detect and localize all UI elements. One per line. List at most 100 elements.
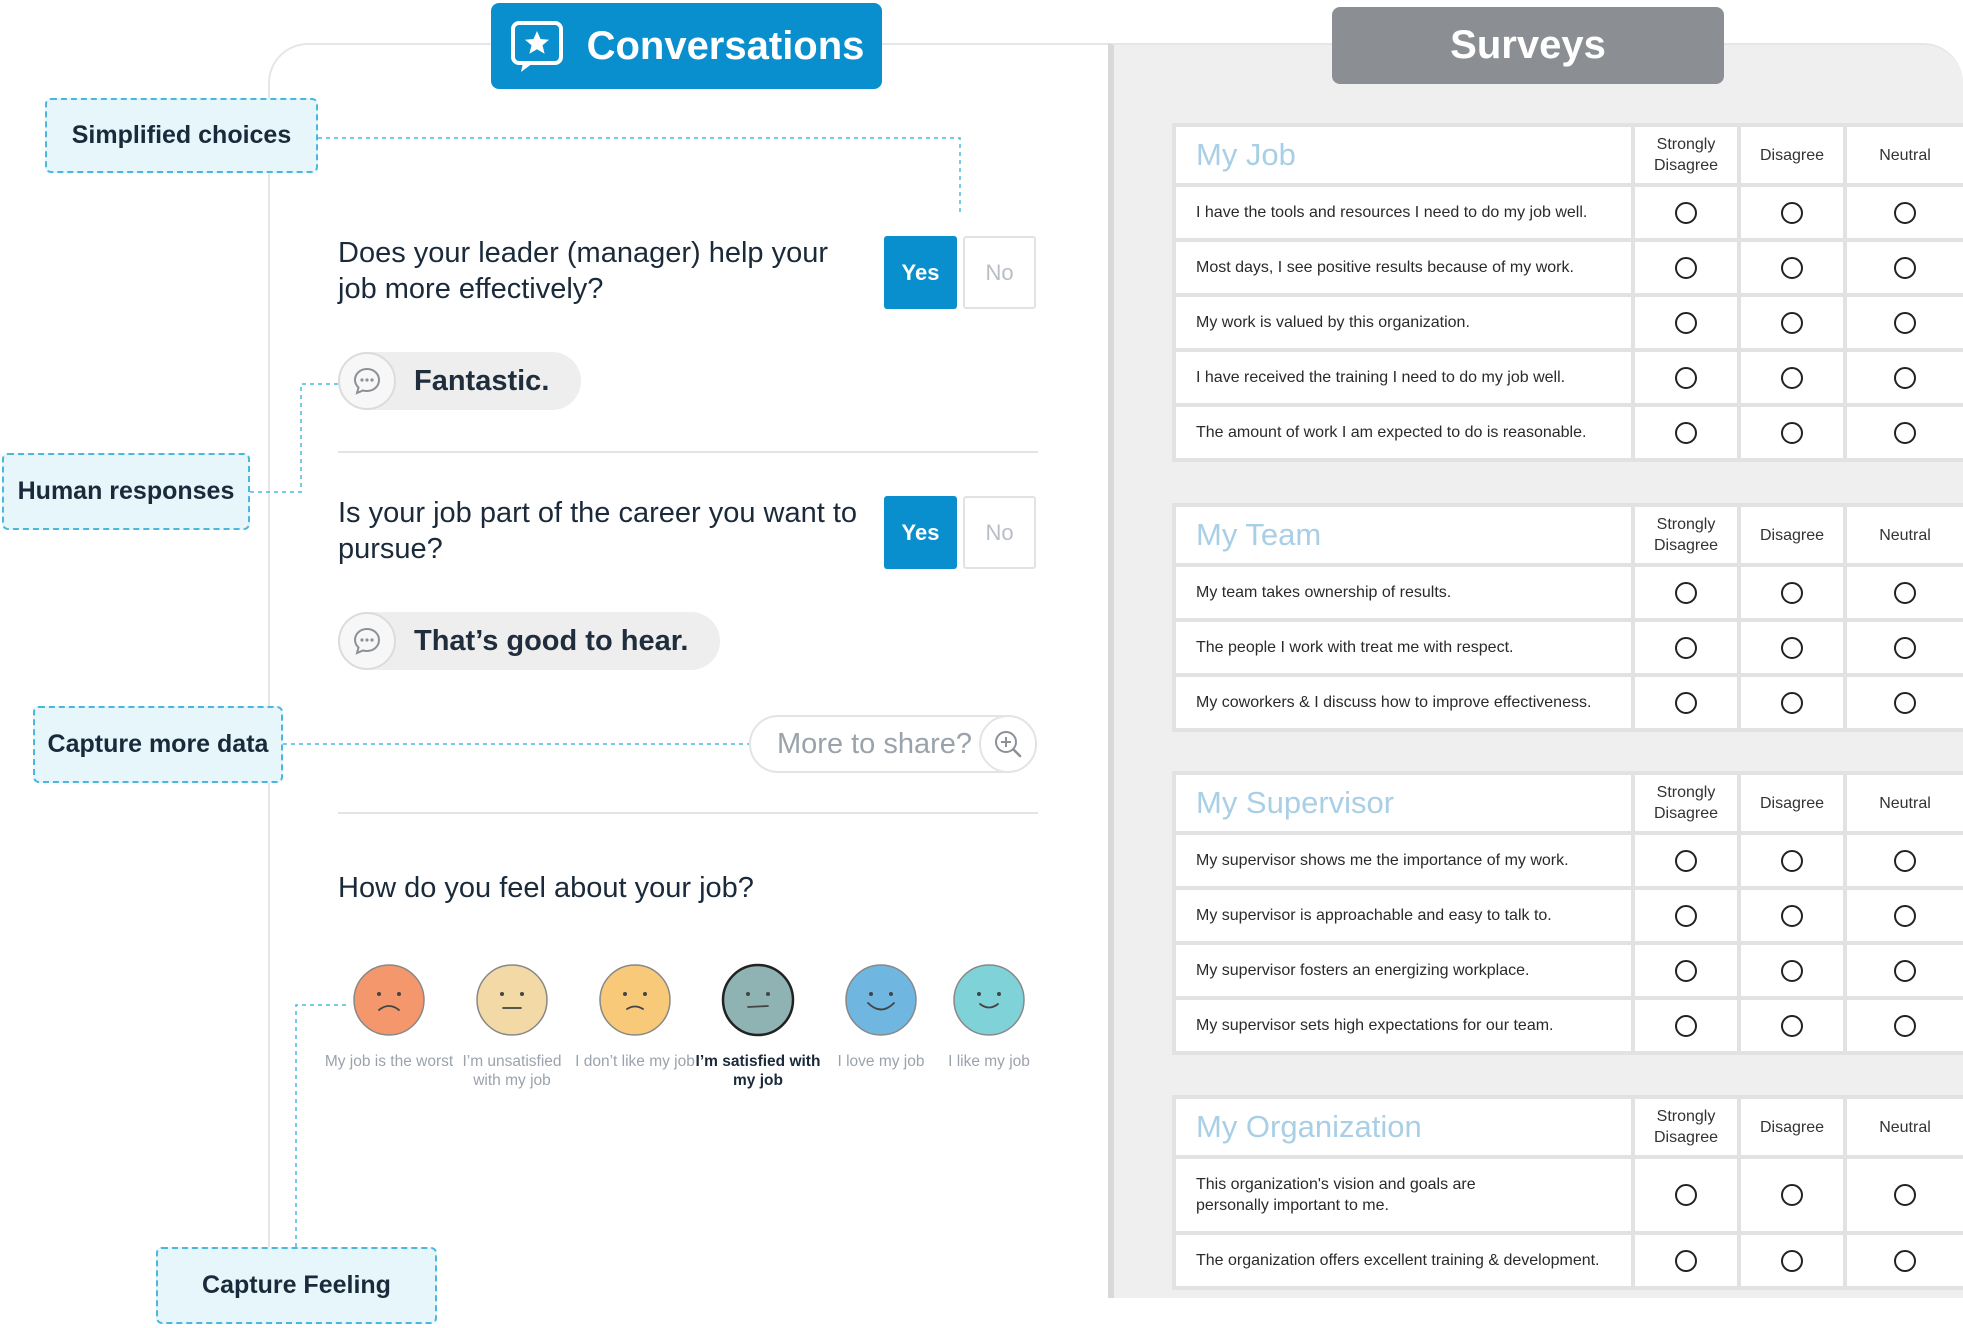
radio-cell-disagree <box>1737 1231 1847 1290</box>
radio-strongly-disagree[interactable] <box>1675 636 1697 659</box>
section-title: My Organization <box>1172 1095 1635 1159</box>
radio-cell-strongly-disagree <box>1631 1231 1741 1290</box>
zoom-plus-icon[interactable] <box>979 715 1037 773</box>
radio-strongly-disagree[interactable] <box>1675 581 1697 604</box>
radio-cell-strongly-disagree <box>1631 886 1741 945</box>
radio-neutral[interactable] <box>1894 636 1916 659</box>
radio-neutral[interactable] <box>1894 256 1916 279</box>
radio-neutral[interactable] <box>1894 1014 1916 1037</box>
radio-strongly-disagree[interactable] <box>1675 366 1697 389</box>
callout-simplified-choices-text: Simplified choices <box>71 121 292 149</box>
radio-cell-disagree <box>1737 563 1847 622</box>
radio-disagree[interactable] <box>1781 636 1803 659</box>
header-strongly-disagree: Strongly Disagree <box>1631 1095 1741 1159</box>
header-neutral: Neutral <box>1843 1095 1963 1159</box>
face-icon <box>476 964 548 1036</box>
radio-disagree[interactable] <box>1781 256 1803 279</box>
radio-cell-neutral <box>1843 238 1963 297</box>
radio-strongly-disagree[interactable] <box>1675 1014 1697 1037</box>
more-to-share-button[interactable]: More to share? <box>749 715 1037 773</box>
yes-button-q1[interactable]: Yes <box>884 236 957 309</box>
survey-table-my-organization: My Organization Strongly Disagree Disagree N… <box>1172 1095 1963 1290</box>
radio-cell-strongly-disagree <box>1631 618 1741 677</box>
radio-neutral[interactable] <box>1894 904 1916 927</box>
feeling-option-4[interactable]: I’m satisfied with my job <box>693 962 823 1090</box>
radio-neutral[interactable] <box>1894 311 1916 334</box>
yes-button-q2[interactable]: Yes <box>884 496 957 569</box>
survey-item-text: My supervisor shows me the importance of… <box>1172 831 1635 890</box>
radio-cell-disagree <box>1737 941 1847 1000</box>
radio-cell-neutral <box>1843 996 1963 1055</box>
radio-cell-neutral <box>1843 403 1963 462</box>
survey-item-text: My supervisor sets high expectations for… <box>1172 996 1635 1055</box>
survey-item-text: The organization offers excellent traini… <box>1172 1231 1635 1290</box>
radio-strongly-disagree[interactable] <box>1675 959 1697 982</box>
radio-neutral[interactable] <box>1894 1184 1916 1206</box>
survey-item-text: My supervisor is approachable and easy t… <box>1172 886 1635 945</box>
radio-strongly-disagree[interactable] <box>1675 201 1697 224</box>
radio-disagree[interactable] <box>1781 581 1803 604</box>
radio-disagree[interactable] <box>1781 1184 1803 1206</box>
radio-strongly-disagree[interactable] <box>1675 904 1697 927</box>
radio-disagree[interactable] <box>1781 691 1803 714</box>
feeling-option-1[interactable]: My job is the worst <box>324 962 454 1071</box>
survey-item-text: My coworkers & I discuss how to improve … <box>1172 673 1635 732</box>
table-row: My supervisor fosters an energizing work… <box>1172 941 1963 1000</box>
no-button-q1[interactable]: No <box>963 236 1036 309</box>
header-disagree: Disagree <box>1737 1095 1847 1159</box>
feeling-label: I’m satisfied with my job <box>695 1053 821 1089</box>
header-disagree: Disagree <box>1737 123 1847 187</box>
radio-cell-disagree <box>1737 183 1847 242</box>
divider-1 <box>338 451 1038 453</box>
survey-item-text: My work is valued by this organization. <box>1172 293 1635 352</box>
question-feeling: How do you feel about your job? <box>338 872 754 904</box>
reply-text-1: Fantastic. <box>414 364 550 397</box>
radio-strongly-disagree[interactable] <box>1675 1249 1697 1272</box>
radio-strongly-disagree[interactable] <box>1675 311 1697 334</box>
radio-disagree[interactable] <box>1781 1014 1803 1037</box>
radio-disagree[interactable] <box>1781 1249 1803 1272</box>
radio-disagree[interactable] <box>1781 849 1803 872</box>
feeling-option-6[interactable]: I like my job <box>924 962 1054 1071</box>
survey-table-my-supervisor: My Supervisor Strongly Disagree Disagree Neu… <box>1172 771 1963 1055</box>
radio-cell-disagree <box>1737 348 1847 407</box>
radio-neutral[interactable] <box>1894 421 1916 444</box>
radio-disagree[interactable] <box>1781 959 1803 982</box>
feeling-option-2[interactable]: I’m unsatisfied with my job <box>447 962 577 1090</box>
survey-item-text: Most days, I see positive results becaus… <box>1172 238 1635 297</box>
header-strongly-disagree: Strongly Disagree <box>1631 503 1741 567</box>
radio-strongly-disagree[interactable] <box>1675 256 1697 279</box>
connector-simplified-choices <box>318 137 961 216</box>
radio-strongly-disagree[interactable] <box>1675 849 1697 872</box>
radio-neutral[interactable] <box>1894 691 1916 714</box>
radio-cell-neutral <box>1843 293 1963 352</box>
survey-table-my-job: My Job Strongly Disagree Disagree Neutral I h… <box>1172 123 1963 462</box>
radio-strongly-disagree[interactable] <box>1675 691 1697 714</box>
table-row: The people I work with treat me with res… <box>1172 618 1963 677</box>
radio-disagree[interactable] <box>1781 201 1803 224</box>
radio-neutral[interactable] <box>1894 849 1916 872</box>
callout-simplified-choices: Simplified choices <box>45 98 318 173</box>
radio-neutral[interactable] <box>1894 366 1916 389</box>
radio-cell-strongly-disagree <box>1631 941 1741 1000</box>
feeling-option-3[interactable]: I don’t like my job <box>570 962 700 1071</box>
radio-neutral[interactable] <box>1894 201 1916 224</box>
radio-neutral[interactable] <box>1894 1249 1916 1272</box>
reply-bubble-2: That’s good to hear. <box>338 612 721 670</box>
table-row: The amount of work I am expected to do i… <box>1172 403 1963 462</box>
table-row: My work is valued by this organization. <box>1172 293 1963 352</box>
callout-capture-more-data-text: Capture more data <box>47 730 269 758</box>
table-row: My supervisor is approachable and easy t… <box>1172 886 1963 945</box>
header-disagree: Disagree <box>1737 771 1847 835</box>
radio-disagree[interactable] <box>1781 311 1803 334</box>
radio-disagree[interactable] <box>1781 366 1803 389</box>
radio-neutral[interactable] <box>1894 959 1916 982</box>
radio-neutral[interactable] <box>1894 581 1916 604</box>
radio-strongly-disagree[interactable] <box>1675 1184 1697 1206</box>
radio-strongly-disagree[interactable] <box>1675 421 1697 444</box>
radio-disagree[interactable] <box>1781 904 1803 927</box>
radio-disagree[interactable] <box>1781 421 1803 444</box>
no-button-q2[interactable]: No <box>963 496 1036 569</box>
more-to-share-label: More to share? <box>777 727 973 760</box>
survey-item-text: I have received the training I need to d… <box>1172 348 1635 407</box>
